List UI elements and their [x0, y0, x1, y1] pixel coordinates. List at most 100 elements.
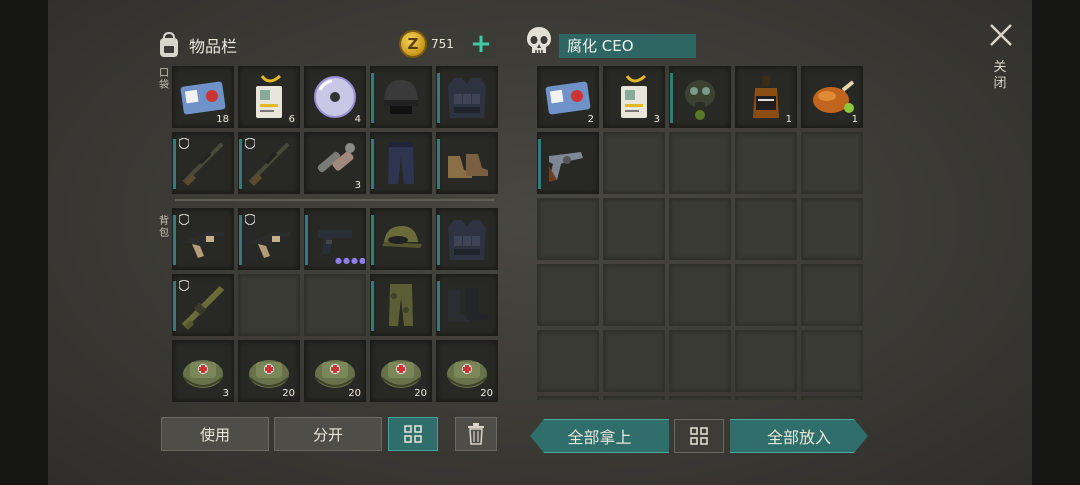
- item-count: 3: [222, 388, 229, 399]
- empty-slot[interactable]: [537, 264, 599, 326]
- empty-slot[interactable]: [537, 396, 599, 400]
- take-all-button[interactable]: 全部拿上: [530, 419, 669, 453]
- item-slot[interactable]: [436, 208, 498, 270]
- item-slot[interactable]: [172, 274, 234, 336]
- empty-slot[interactable]: [603, 330, 665, 392]
- trousers-icon: [388, 142, 414, 184]
- backpack-icon: [160, 31, 178, 57]
- durability-bar: [239, 139, 242, 189]
- empty-slot[interactable]: [801, 198, 863, 260]
- use-button[interactable]: 使用: [161, 417, 269, 451]
- item-count: 20: [414, 388, 427, 399]
- item-slot[interactable]: 3: [172, 340, 234, 402]
- item-count: 18: [216, 114, 229, 125]
- shield-icon: [245, 138, 255, 149]
- empty-slot[interactable]: [537, 330, 599, 392]
- item-slot[interactable]: 18: [172, 66, 234, 128]
- item-slot[interactable]: 1: [801, 66, 863, 128]
- grid-sort-icon: [404, 425, 422, 443]
- empty-slot[interactable]: [304, 274, 366, 336]
- item-slot[interactable]: [370, 66, 432, 128]
- item-slot[interactable]: 6: [238, 66, 300, 128]
- item-slot[interactable]: 20: [238, 340, 300, 402]
- coin-icon: Z: [399, 30, 427, 58]
- loot-container-title: 腐化 CEO: [559, 34, 696, 58]
- item-slot[interactable]: 3: [603, 66, 665, 128]
- item-slot[interactable]: [370, 208, 432, 270]
- medkit-bag-icon: [183, 360, 223, 388]
- empty-slot[interactable]: [801, 396, 863, 400]
- empty-slot[interactable]: [603, 198, 665, 260]
- item-slot[interactable]: 20: [370, 340, 432, 402]
- close-label[interactable]: 关闭: [991, 60, 1009, 92]
- item-slot[interactable]: [172, 208, 234, 270]
- pocket-grid: 18 6 4 3: [172, 66, 498, 194]
- empty-slot[interactable]: [735, 264, 797, 326]
- grid-sort-icon: [690, 427, 708, 445]
- empty-slot[interactable]: [735, 396, 797, 400]
- sort-button[interactable]: [388, 417, 438, 451]
- durability-bar: [538, 139, 541, 189]
- empty-slot[interactable]: [735, 198, 797, 260]
- durability-bar: [173, 281, 176, 331]
- cd-disc-icon: [314, 76, 356, 118]
- shield-icon: [179, 280, 189, 291]
- item-count: 6: [288, 114, 295, 125]
- item-slot[interactable]: 1: [735, 66, 797, 128]
- empty-slot[interactable]: [801, 264, 863, 326]
- trash-button[interactable]: [455, 417, 497, 451]
- loot-sort-button[interactable]: [674, 419, 724, 453]
- backpack-label: 背包: [159, 216, 169, 239]
- item-count: 1: [785, 114, 792, 125]
- item-slot[interactable]: [537, 132, 599, 194]
- tactical-vest-icon: [448, 220, 486, 260]
- item-slot[interactable]: [370, 132, 432, 194]
- durability-bar: [371, 73, 374, 123]
- durability-bar: [437, 139, 440, 189]
- shield-icon: [179, 138, 189, 149]
- empty-slot[interactable]: [735, 330, 797, 392]
- item-slot[interactable]: [436, 66, 498, 128]
- item-slot[interactable]: 4: [304, 66, 366, 128]
- inventory-header: 物品栏: [155, 28, 237, 62]
- item-count: 20: [348, 388, 361, 399]
- put-all-button[interactable]: 全部放入: [730, 419, 868, 453]
- empty-slot[interactable]: [669, 132, 731, 194]
- durability-bar: [670, 73, 673, 123]
- item-slot[interactable]: 2: [537, 66, 599, 128]
- item-slot[interactable]: [436, 274, 498, 336]
- item-slot[interactable]: 20: [304, 340, 366, 402]
- item-count: 4: [354, 114, 361, 125]
- item-slot[interactable]: [370, 274, 432, 336]
- empty-slot[interactable]: [669, 396, 731, 400]
- item-slot[interactable]: [238, 132, 300, 194]
- empty-slot[interactable]: [801, 330, 863, 392]
- item-slot[interactable]: ●●●●: [304, 208, 366, 270]
- empty-slot[interactable]: [669, 264, 731, 326]
- item-slot[interactable]: 20: [436, 340, 498, 402]
- loot-grid: 2 3 1 1: [537, 66, 863, 400]
- empty-slot[interactable]: [603, 264, 665, 326]
- empty-slot[interactable]: [603, 396, 665, 400]
- durability-bar: [239, 215, 242, 265]
- close-icon[interactable]: [988, 22, 1014, 48]
- empty-slot[interactable]: [603, 132, 665, 194]
- item-slot[interactable]: [172, 132, 234, 194]
- item-slot[interactable]: [436, 132, 498, 194]
- split-button[interactable]: 分开: [274, 417, 382, 451]
- item-slot[interactable]: [238, 208, 300, 270]
- item-slot[interactable]: 3: [304, 132, 366, 194]
- empty-slot[interactable]: [669, 330, 731, 392]
- durability-bar: [173, 139, 176, 189]
- empty-slot[interactable]: [801, 132, 863, 194]
- section-divider: [175, 199, 495, 201]
- add-coins-button[interactable]: +: [466, 29, 496, 59]
- empty-slot[interactable]: [669, 198, 731, 260]
- empty-slot[interactable]: [735, 132, 797, 194]
- empty-slot[interactable]: [238, 274, 300, 336]
- rarity-dots: ●●●●: [335, 256, 366, 265]
- empty-slot[interactable]: [537, 198, 599, 260]
- tactical-vest-icon: [448, 78, 486, 118]
- item-slot[interactable]: [669, 66, 731, 128]
- durability-bar: [371, 139, 374, 189]
